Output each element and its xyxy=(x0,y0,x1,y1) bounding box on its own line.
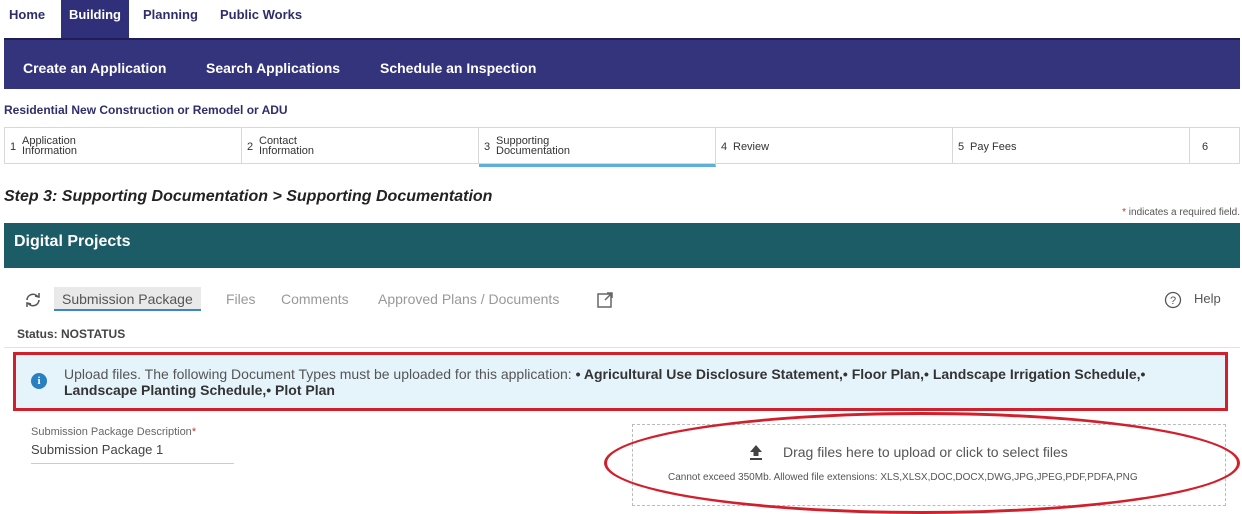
schedule-inspection-link[interactable]: Schedule an Inspection xyxy=(380,40,536,91)
description-label: Submission Package Description* xyxy=(31,426,197,438)
nav-tab-building[interactable]: Building xyxy=(61,0,129,44)
step-4[interactable]: 4 Review xyxy=(716,128,953,164)
step-2[interactable]: 2 Contact Information xyxy=(242,128,479,164)
step-label: Review xyxy=(733,141,770,153)
dropzone-restrictions: Cannot exceed 350Mb. Allowed file extens… xyxy=(668,472,1138,483)
nav-tab-public-works[interactable]: Public Works xyxy=(220,0,302,38)
step-number: 5 xyxy=(958,141,965,153)
upload-icon xyxy=(749,443,763,466)
help-link[interactable]: Help xyxy=(1194,291,1221,306)
refresh-icon[interactable] xyxy=(24,292,42,313)
dropzone-instruction: Drag files here to upload or click to se… xyxy=(783,444,1068,460)
create-application-link[interactable]: Create an Application xyxy=(23,40,166,91)
sub-nav: Create an Application Search Application… xyxy=(4,38,1240,89)
tab-approved-plans[interactable]: Approved Plans / Documents xyxy=(378,291,559,307)
step-number: 6 xyxy=(1202,141,1209,153)
divider xyxy=(4,347,1240,348)
tab-submission-package[interactable]: Submission Package xyxy=(54,287,201,311)
digital-projects-header: Digital Projects xyxy=(4,223,1240,268)
digital-projects-tabs: Submission Package Files Comments Approv… xyxy=(4,287,1240,317)
status-label: Status: NOSTATUS xyxy=(17,327,126,341)
step-label: Contact Information xyxy=(259,135,315,157)
step-3[interactable]: 3 Supporting Documentation xyxy=(479,128,716,167)
application-title: Residential New Construction or Remodel … xyxy=(4,103,288,117)
external-link-icon[interactable] xyxy=(596,291,614,314)
step-label: Application Information xyxy=(22,135,78,157)
step-heading: Step 3: Supporting Documentation > Suppo… xyxy=(4,188,493,205)
step-number: 2 xyxy=(247,141,254,153)
svg-text:?: ? xyxy=(1170,295,1176,307)
info-icon: i xyxy=(31,373,47,389)
nav-tab-home[interactable]: Home xyxy=(9,0,45,38)
file-dropzone[interactable]: Drag files here to upload or click to se… xyxy=(632,424,1226,506)
tab-files[interactable]: Files xyxy=(226,291,256,307)
step-number: 1 xyxy=(10,141,17,153)
top-nav: Home Building Planning Public Works xyxy=(0,0,1242,44)
step-6[interactable]: 6 xyxy=(1190,128,1240,164)
description-field[interactable]: Submission Package 1 xyxy=(31,442,234,464)
stepper-divider xyxy=(4,163,1240,164)
step-5[interactable]: 5 Pay Fees xyxy=(953,128,1190,164)
alert-message: Upload files. The following Document Typ… xyxy=(64,366,1146,398)
search-applications-link[interactable]: Search Applications xyxy=(206,40,340,91)
step-number: 4 xyxy=(721,141,728,153)
help-circle-icon[interactable]: ? xyxy=(1164,291,1182,314)
step-1[interactable]: 1 Application Information xyxy=(5,128,242,164)
step-number: 3 xyxy=(484,141,491,153)
required-field-note: * indicates a required field. xyxy=(1122,207,1240,218)
step-label: Pay Fees xyxy=(970,141,1017,153)
tab-comments[interactable]: Comments xyxy=(281,291,349,307)
required-documents-alert: i Upload files. The following Document T… xyxy=(13,352,1228,411)
nav-tab-planning[interactable]: Planning xyxy=(143,0,198,38)
step-wizard: 1 Application Information 2 Contact Inform… xyxy=(4,127,1240,167)
step-label: Supporting Documentation xyxy=(496,135,570,157)
